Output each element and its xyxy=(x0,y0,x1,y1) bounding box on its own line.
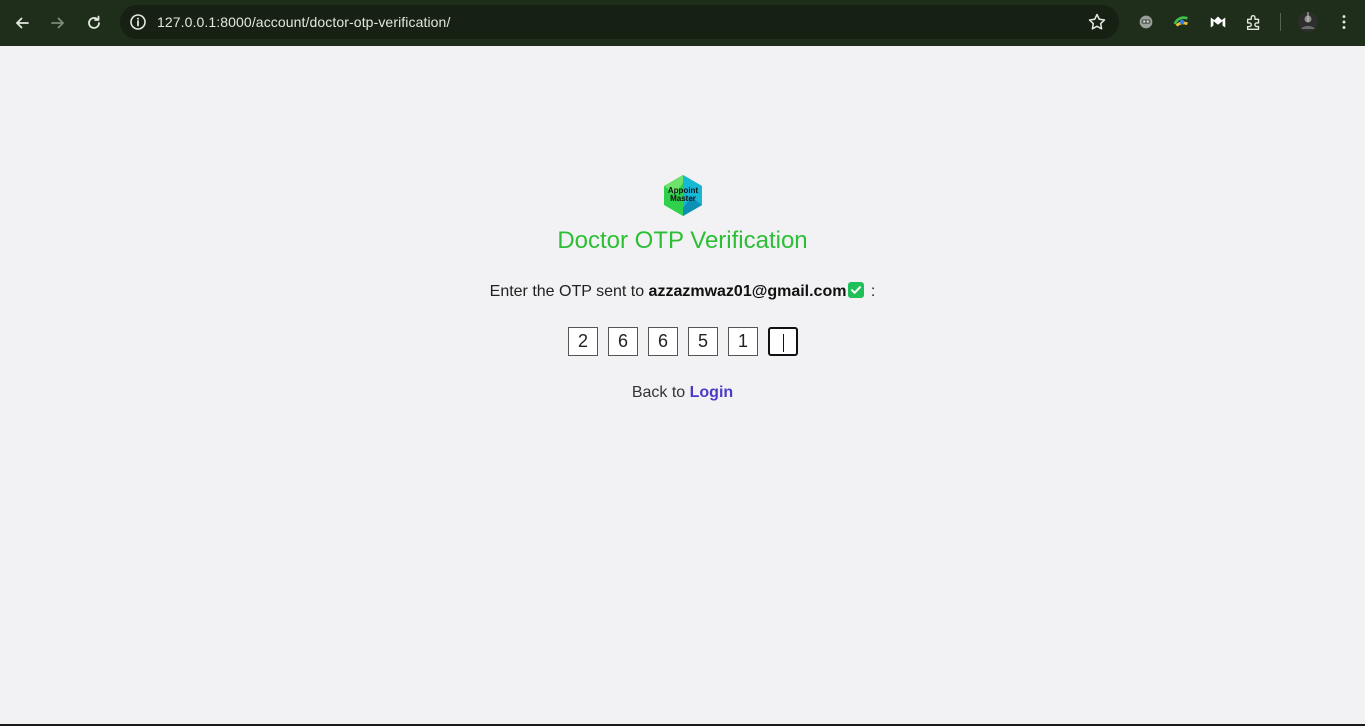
otp-verification-page: Appoint Master Doctor OTP Verification E… xyxy=(0,46,1365,726)
extensions-puzzle-button[interactable] xyxy=(1243,11,1265,33)
avatar-icon xyxy=(1298,12,1318,32)
otp-input-group: 2 6 6 5 1 xyxy=(568,327,800,357)
puzzle-icon xyxy=(1246,14,1260,30)
prompt-prefix: Enter the OTP sent to xyxy=(489,283,645,300)
otp-prompt: Enter the OTP sent to azzazmwaz01@gmail.… xyxy=(0,282,1365,302)
appoint-master-logo: Appoint Master xyxy=(664,175,702,216)
kebab-menu-icon xyxy=(1342,15,1346,29)
toolbar-separator xyxy=(1280,13,1281,31)
page-title: Doctor OTP Verification xyxy=(557,227,808,254)
robot-icon xyxy=(1139,15,1153,29)
otp-digit-1[interactable]: 2 xyxy=(568,327,598,356)
check-mark-icon xyxy=(848,282,865,298)
otp-digit-5[interactable]: 1 xyxy=(728,327,758,356)
back-button[interactable] xyxy=(9,10,35,36)
arrow-left-icon xyxy=(15,17,29,29)
reload-icon xyxy=(88,15,100,29)
url-text[interactable]: 127.0.0.1:8000/account/doctor-otp-verifi… xyxy=(157,14,450,30)
browser-menu-button[interactable] xyxy=(1333,11,1355,33)
info-icon[interactable] xyxy=(129,13,147,31)
profile-avatar-button[interactable] xyxy=(1297,11,1319,33)
bookmark-star-icon[interactable] xyxy=(1087,12,1107,32)
otp-digit-6[interactable] xyxy=(768,327,798,356)
forward-button[interactable] xyxy=(45,10,71,36)
extension-colorful-button[interactable] xyxy=(1171,11,1193,33)
color-swirl-icon xyxy=(1173,16,1188,27)
arrow-right-icon xyxy=(51,17,65,29)
otp-digit-2[interactable]: 6 xyxy=(608,327,638,356)
text-caret xyxy=(783,334,784,352)
back-to-login: Back to Login xyxy=(0,383,1365,403)
reload-button[interactable] xyxy=(81,10,107,36)
email-address: azzazmwaz01@gmail.com xyxy=(648,283,847,300)
m-logo-icon xyxy=(1210,16,1226,28)
extension-robot-button[interactable] xyxy=(1135,11,1157,33)
address-bar[interactable]: 127.0.0.1:8000/account/doctor-otp-verifi… xyxy=(120,5,1119,39)
login-link[interactable]: Login xyxy=(690,384,734,401)
otp-digit-4[interactable]: 5 xyxy=(688,327,718,356)
logo-text-line2: Master xyxy=(670,194,696,203)
extension-malwarebytes-button[interactable] xyxy=(1207,11,1229,33)
prompt-suffix: : xyxy=(870,283,876,300)
browser-toolbar: 127.0.0.1:8000/account/doctor-otp-verifi… xyxy=(0,0,1365,46)
otp-digit-3[interactable]: 6 xyxy=(648,327,678,356)
back-prefix: Back to xyxy=(631,384,686,401)
